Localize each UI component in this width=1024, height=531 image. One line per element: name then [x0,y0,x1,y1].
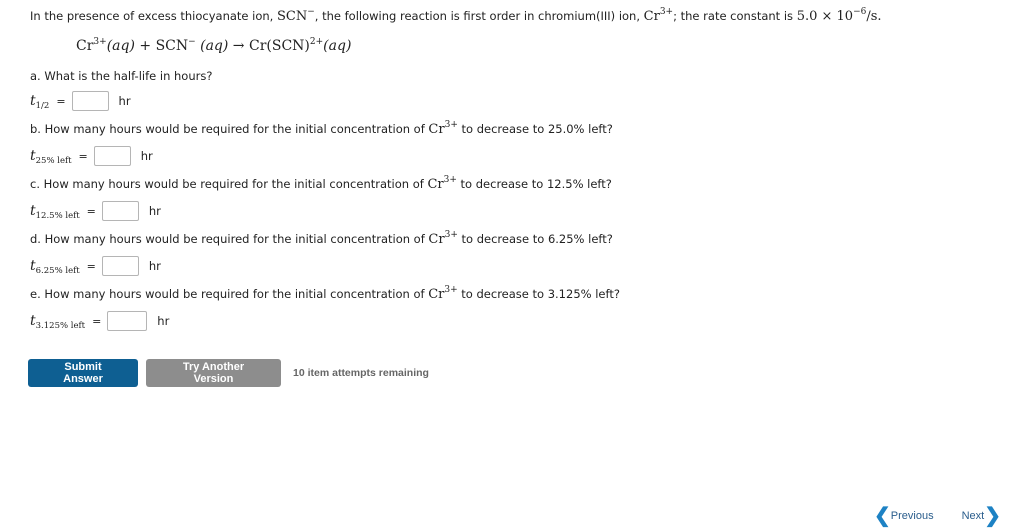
time-12-5-percent-input[interactable] [101,201,139,221]
next-label: Next [961,510,985,522]
intro-text: In the presence of excess thiocyanate io… [30,9,277,23]
question-b: b. How many hours would be required for … [30,120,613,138]
attempts-remaining: 10 item attempts remaining [293,367,429,379]
answer-row-b: t25% left = hr [30,146,153,166]
reaction-equation: Cr3+(aq) + SCN− (aq) → Cr(SCN)2+(aq) [76,37,352,55]
pagination-nav: ❮ Previous Next ❯ [874,506,1001,526]
variable-label: t1/2 [30,93,50,111]
time-6-25-percent-input[interactable] [101,256,139,276]
unit-label: hr [118,94,131,108]
problem-statement: In the presence of excess thiocyanate io… [30,7,882,25]
answer-row-e: t3.125% left = hr [30,311,169,331]
variable-label: t25% left [30,148,72,166]
next-link[interactable]: Next ❯ [962,506,1001,526]
submit-answer-button[interactable]: Submit Answer [28,359,138,387]
equals-sign: = [86,204,96,218]
previous-link[interactable]: ❮ Previous [874,506,934,526]
previous-label: Previous [890,510,934,522]
question-a: a. What is the half-life in hours? [30,69,213,83]
intro-text-3: ; the rate constant is [673,9,797,23]
scn-ion: SCN− [277,7,315,25]
half-life-input[interactable] [71,91,109,111]
unit-label: hr [140,149,153,163]
answer-row-a: t1/2 = hr [30,91,131,111]
action-bar: Submit Answer Try Another Version 10 ite… [28,359,429,387]
try-another-version-button[interactable]: Try Another Version [146,359,281,387]
chevron-left-icon: ❮ [874,505,891,527]
equals-sign: = [78,149,88,163]
chevron-right-icon: ❯ [984,505,1001,527]
unit-label: hr [148,259,161,273]
cr-ion: Cr3+ [643,7,674,25]
question-c: c. How many hours would be required for … [30,175,612,193]
answer-row-d: t6.25% left = hr [30,256,161,276]
rate-constant: 5.0 × 10−6/s. [796,7,882,25]
unit-label: hr [157,314,170,328]
variable-label: t12.5% left [30,203,80,221]
intro-text-2: , the following reaction is first order … [314,9,644,23]
equals-sign: = [56,94,66,108]
time-3-125-percent-input[interactable] [107,311,148,331]
equals-sign: = [92,314,102,328]
variable-label: t3.125% left [30,313,86,331]
question-d: d. How many hours would be required for … [30,230,613,248]
time-25-percent-input[interactable] [93,146,131,166]
equals-sign: = [86,259,96,273]
answer-row-c: t12.5% left = hr [30,201,161,221]
unit-label: hr [148,204,161,218]
question-e: e. How many hours would be required for … [30,285,620,303]
variable-label: t6.25% left [30,258,80,276]
